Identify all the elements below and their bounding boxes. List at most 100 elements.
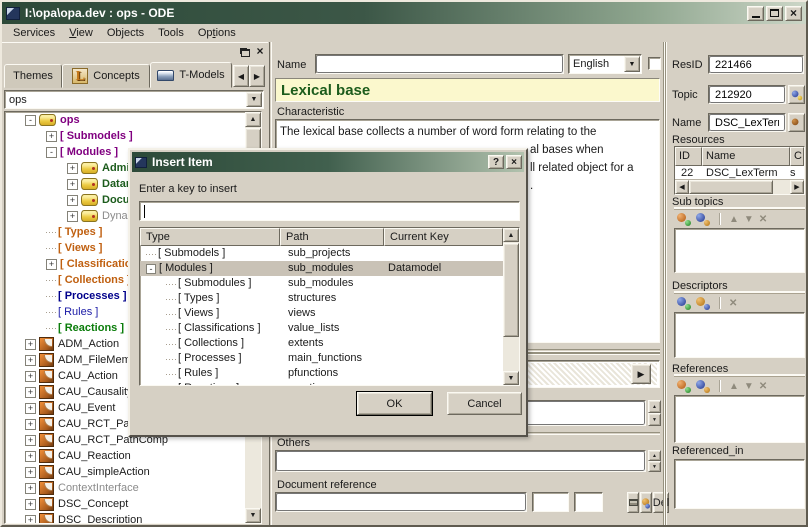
tree-item-dsc-concept[interactable]: +DSC_Concept [5,496,261,512]
document-index-input[interactable] [574,492,603,512]
close-button[interactable]: × [785,6,802,21]
expand-icon[interactable]: + [25,339,36,350]
cancel-button[interactable]: Cancel [447,392,522,415]
collapse-icon[interactable]: - [146,264,156,274]
expand-icon[interactable]: + [46,259,57,270]
expand-icon[interactable]: + [67,163,78,174]
key-input[interactable] [139,201,520,221]
dialog-row-submodels[interactable]: [ Submodels ]sub_projects [140,246,503,261]
link-document-button[interactable] [640,492,652,513]
dialog-row-classifications[interactable]: [ Classifications ]value_lists [140,321,503,336]
float-panel-button[interactable] [238,46,252,59]
help-button[interactable]: ? [488,155,504,169]
tab-scroll-right-button[interactable]: ▶ [249,65,265,87]
referenced-in-listbox[interactable] [674,459,805,509]
dialog-close-button[interactable]: × [506,155,522,169]
subtopics-listbox[interactable] [674,228,805,273]
resid-input[interactable] [708,55,804,74]
tree-item-ops[interactable]: -ops [5,112,261,128]
others-input[interactable] [275,450,646,472]
expand-icon[interactable]: + [25,467,36,478]
topic-field[interactable] [709,86,785,103]
document-page-input[interactable] [532,492,569,512]
resources-header-id[interactable]: ID [675,147,702,166]
rname-input[interactable] [708,113,786,132]
dialog-row-collections[interactable]: [ Collections ]extents [140,336,503,351]
print-button[interactable] [627,492,639,513]
document-reference-field[interactable] [276,493,526,511]
topic-lookup-button[interactable] [788,85,805,104]
type-column-header[interactable]: Type [140,228,280,246]
add-descriptor-icon[interactable] [677,296,691,310]
expand-icon[interactable]: + [25,387,36,398]
maximize-button[interactable] [766,6,783,21]
minimize-button[interactable] [747,6,764,21]
menu-view[interactable]: View [62,25,100,41]
dialog-row-types[interactable]: [ Types ]structures [140,291,503,306]
menu-tools[interactable]: Tools [151,25,191,41]
spin-down-icon[interactable]: ▼ [648,413,661,426]
collapse-icon[interactable]: - [25,115,36,126]
dialog-row-rules[interactable]: [ Rules ]pfunctions [140,366,503,381]
path-column-header[interactable]: Path [280,228,384,246]
open-list-icon[interactable]: ▶ [631,364,651,384]
tab-t-models[interactable]: T-Models [150,62,232,88]
tree-item-submodels[interactable]: +[ Submodels ] [5,128,261,144]
rname-field[interactable] [709,114,785,131]
tree-item-cau-reaction[interactable]: +CAU_Reaction [5,448,261,464]
expand-icon[interactable]: + [25,435,36,446]
expand-icon[interactable]: + [25,483,36,494]
spin-up-icon[interactable]: ▲ [648,450,661,461]
resources-table[interactable]: IDNameC 22DSC_LexTerms ◀ ▶ [674,146,805,195]
model-combobox[interactable]: ops ▼ [4,90,264,109]
scroll-right-icon[interactable]: ▶ [790,180,804,194]
remove-descriptor-icon[interactable]: ✕ [729,298,737,309]
title-bar[interactable]: I:\opa\opa.dev : ops - ODE × [2,2,806,24]
spin-up-icon[interactable]: ▲ [648,400,661,413]
menu-objects[interactable]: Objects [100,25,151,41]
scrollbar-thumb[interactable] [503,243,519,337]
value-spinner[interactable]: ▲ ▼ [648,400,661,426]
dialog-title-bar[interactable]: Insert Item ? × [132,152,524,172]
menu-services[interactable]: Services [6,25,62,41]
expand-icon[interactable]: + [46,131,57,142]
expand-icon[interactable]: + [25,403,36,414]
resources-row[interactable]: 22DSC_LexTerms [675,166,804,180]
remove-subtopic-icon[interactable]: ✕ [759,214,767,225]
spin-down-icon[interactable]: ▼ [648,461,661,472]
move-up-icon[interactable]: ▲ [729,214,739,225]
others-input-field[interactable] [276,451,645,471]
expand-icon[interactable]: + [25,515,36,525]
expand-icon[interactable]: + [25,451,36,462]
tab-scroll-left-button[interactable]: ◀ [233,65,249,87]
collapse-icon[interactable]: - [46,147,57,158]
expand-icon[interactable]: + [25,355,36,366]
dialog-row-modules[interactable]: -[ Modules ]sub_modulesDatamodel [140,261,503,276]
language-combobox[interactable]: English ▼ [568,54,642,74]
expand-icon[interactable]: + [25,419,36,430]
tab-concepts[interactable]: L Concepts [62,64,150,88]
add-subtopic-icon[interactable] [677,212,691,226]
tree-item-dsc-description[interactable]: +DSC_Description [5,512,261,524]
resources-header-name[interactable]: Name [702,147,790,166]
move-down-icon[interactable]: ▼ [744,214,754,225]
topic-input[interactable] [708,85,786,104]
remove-reference-icon[interactable]: ✕ [759,381,767,392]
resid-field[interactable] [709,56,803,73]
dialog-row-views[interactable]: [ Views ]views [140,306,503,321]
scroll-down-icon[interactable]: ▼ [503,371,519,385]
scroll-left-icon[interactable]: ◀ [675,180,689,194]
ok-button[interactable]: OK [357,392,432,415]
tree-item-contextinterface[interactable]: +ContextInterface [5,480,261,496]
language-checkbox[interactable] [648,57,661,70]
right-splitter[interactable] [663,42,667,525]
dialog-row-submodules[interactable]: [ Submodules ]sub_modules [140,276,503,291]
scroll-up-icon[interactable]: ▲ [245,112,261,127]
menu-options[interactable]: Options [191,25,243,41]
current-key-column-header[interactable]: Current Key [384,228,503,246]
dialog-row-reactions[interactable]: [ Reactions ]reactions [140,381,503,385]
link-reference-icon[interactable] [696,379,710,393]
dialog-row-processes[interactable]: [ Processes ]main_functions [140,351,503,366]
name-lookup-button[interactable] [788,113,805,132]
tree-item-cau-simpleaction[interactable]: +CAU_simpleAction [5,464,261,480]
